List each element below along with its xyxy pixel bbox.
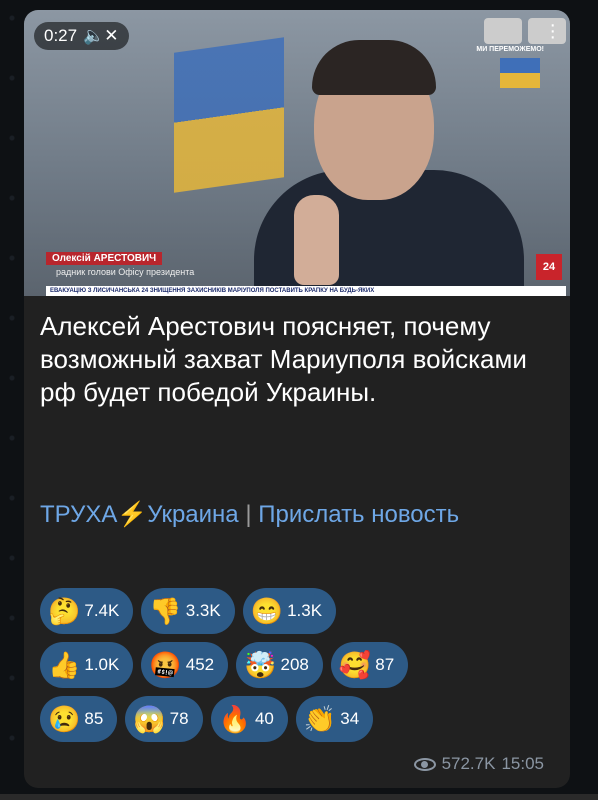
- eye-icon: [413, 757, 436, 771]
- reaction-count: 7.4K: [84, 601, 120, 620]
- video-player[interactable]: МИ ПЕРЕМОЖЕМО! 0:27 🔈✕ · · · Олексій АРЕСТ…: [24, 10, 570, 296]
- cursing-emoji-icon: 🤬: [149, 650, 182, 680]
- reaction-chip[interactable]: 🔥 40: [210, 696, 288, 742]
- lower-third: Олексій АРЕСТОВИЧ радник голови Офісу пр…: [46, 248, 204, 278]
- message-time: 15:05: [501, 754, 544, 773]
- reaction-chip[interactable]: 👍 1.0K: [40, 642, 134, 688]
- reactions-row: 👍 1.0K 🤬 452 🤯 208 🥰 87: [40, 642, 560, 688]
- speaker-figure: [254, 20, 524, 296]
- message-links: ТРУХА⚡Украина | Прислать новость: [40, 498, 550, 531]
- channel-link[interactable]: ТРУХА⚡Украина: [40, 501, 239, 528]
- video-duration-pill[interactable]: 0:27 🔈✕: [34, 22, 129, 50]
- reaction-count: 1.0K: [84, 655, 120, 674]
- send-news-link[interactable]: Прислать новость: [258, 501, 459, 528]
- video-thumbnail: [528, 18, 566, 44]
- fire-emoji-icon: 🔥: [218, 704, 251, 734]
- reaction-count: 34: [340, 709, 360, 728]
- reaction-chip[interactable]: 👎 3.3K: [141, 588, 235, 634]
- reaction-count: 208: [280, 655, 309, 674]
- speaker-muted-icon[interactable]: 🔈✕: [83, 26, 118, 46]
- reaction-count: 3.3K: [185, 601, 221, 620]
- bottom-divider: [0, 794, 598, 800]
- more-menu-icon[interactable]: · · ·: [549, 15, 556, 47]
- link-separator: |: [245, 501, 252, 528]
- reactions-row: 😢 85 😱 78 🔥 40 👏 34: [40, 696, 560, 742]
- scream-emoji-icon: 😱: [133, 704, 166, 734]
- message-bubble: МИ ПЕРЕМОЖЕМО! 0:27 🔈✕ · · · Олексій АРЕСТ…: [24, 10, 570, 788]
- reaction-chip[interactable]: 🤬 452: [141, 642, 229, 688]
- reaction-chip[interactable]: 🤯 208: [236, 642, 323, 688]
- reactions-row: 🤔 7.4K 👎 3.3K 😁 1.3K: [40, 588, 560, 634]
- thinking-emoji-icon: 🤔: [48, 596, 81, 626]
- view-count: 572.7K: [441, 754, 496, 773]
- reaction-chip[interactable]: 🤔 7.4K: [40, 588, 134, 634]
- video-duration: 0:27: [44, 26, 78, 45]
- reaction-count: 1.3K: [287, 601, 323, 620]
- reaction-count: 40: [254, 709, 274, 728]
- reaction-chip[interactable]: 👏 34: [295, 696, 374, 742]
- grin-emoji-icon: 😁: [250, 596, 284, 626]
- crying-emoji-icon: 😢: [48, 704, 81, 734]
- channel-logo: 24: [536, 254, 562, 280]
- reaction-count: 452: [185, 655, 215, 674]
- message-caption: Алексей Арестович поясняет, почему возмо…: [40, 311, 527, 407]
- reactions-panel: 🤔 7.4K 👎 3.3K 😁 1.3K 👍 1.0K 🤬 452 🤯 208 🥰 87 😢 8…: [40, 588, 560, 750]
- reaction-count: 78: [169, 709, 189, 728]
- lower-third-name: Олексій АРЕСТОВИЧ: [46, 252, 163, 265]
- reaction-chip[interactable]: 😱 78: [125, 696, 203, 742]
- reaction-chip[interactable]: 😁 1.3K: [242, 588, 337, 634]
- clapping-emoji-icon: 👏: [303, 704, 337, 734]
- reaction-count: 87: [375, 655, 395, 674]
- mind-blown-emoji-icon: 🤯: [244, 650, 277, 680]
- reaction-chip[interactable]: 😢 85: [40, 696, 118, 742]
- thumbs-down-icon: 👎: [149, 596, 182, 626]
- reaction-chip[interactable]: 🥰 87: [330, 642, 409, 688]
- hearts-face-emoji-icon: 🥰: [338, 650, 372, 680]
- message-meta: 572.7K 15:05: [413, 754, 544, 774]
- news-ticker: ЕВАКУАЦІЮ З ЛИСИЧАНСЬКА 24 ЗНИЩЕННЯ ЗАХИ…: [46, 286, 566, 296]
- thumbs-up-icon: 👍: [48, 650, 81, 680]
- reaction-count: 85: [84, 709, 104, 728]
- lower-third-role: радник голови Офісу президента: [56, 267, 195, 277]
